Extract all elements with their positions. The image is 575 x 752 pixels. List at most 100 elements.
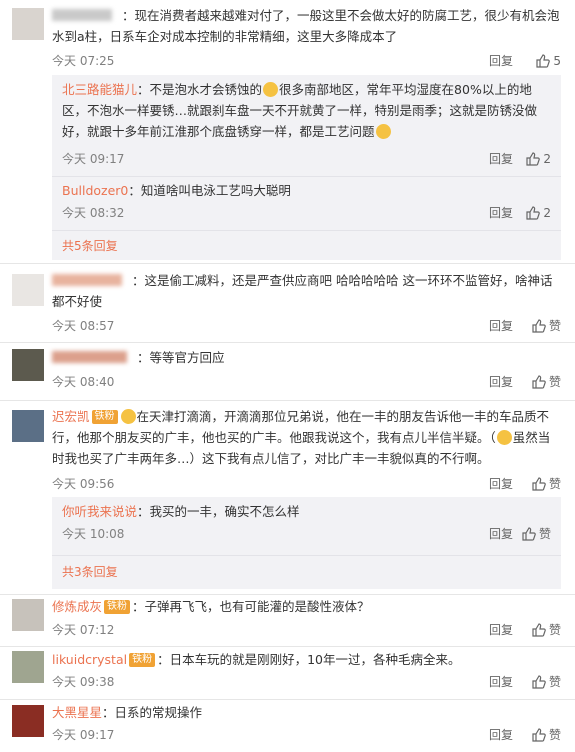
like-button[interactable]: 赞 xyxy=(532,673,561,691)
timestamp: 今天 07:12 xyxy=(52,623,115,637)
reply-button[interactable]: 回复 xyxy=(489,525,513,543)
timestamp: 今天 09:17 xyxy=(62,152,125,166)
more-replies-link[interactable]: 共5条回复 xyxy=(62,237,118,254)
divider xyxy=(52,230,561,231)
reply-text: Bulldozer0：知道啥叫电泳工艺吗大聪明 xyxy=(62,183,291,198)
timestamp: 今天 09:38 xyxy=(52,675,115,689)
thumbs-up-icon xyxy=(532,375,546,389)
comment-meta: 今天 09:17 回复 赞 xyxy=(52,726,561,744)
reply-meta: 今天 08:32 回复 2 xyxy=(62,204,551,222)
comment-text: ：现在消费者越来越难对付了，一般这里不会做太好的防腐工艺，很少有机会泡水到a柱，… xyxy=(52,8,560,44)
reply-button[interactable]: 回复 xyxy=(489,204,513,222)
thumbs-up-icon xyxy=(536,54,551,68)
reply-button[interactable]: 回复 xyxy=(489,621,513,639)
timestamp: 今天 08:57 xyxy=(52,319,115,333)
fan-badge: 铁粉 xyxy=(91,410,118,424)
reply-author[interactable]: 北三路能猫儿 xyxy=(62,82,137,97)
fan-badge: 铁粉 xyxy=(104,600,131,614)
reply-meta: 今天 09:17 回复 2 xyxy=(62,150,551,168)
reply: 你听我来说说：我买的一丰，确实不怎么样 今天 10:08 回复 赞 xyxy=(62,497,551,551)
reply-button[interactable]: 回复 xyxy=(489,726,513,744)
like-button[interactable]: 2 xyxy=(526,204,551,222)
comment: 修炼成灰 铁粉 ：子弹再飞飞，也有可能灌的是酸性液体？ 今天 07:12 回复 赞 xyxy=(0,595,575,647)
timestamp: 今天 09:17 xyxy=(52,728,115,742)
comment: likuidcrystal 铁粉 ：日本车玩的就是刚刚好，10年一过，各种毛病全来。… xyxy=(0,647,575,700)
comment-text: ：等等官方回应 xyxy=(52,347,561,368)
comment-meta: 今天 09:38 回复 赞 xyxy=(52,673,561,691)
thumbs-up-icon xyxy=(532,319,546,333)
comment-meta: 今天 08:40 回复 赞 xyxy=(52,373,561,391)
timestamp: 今天 08:32 xyxy=(62,206,125,220)
comment-author[interactable]: 大黑星星 xyxy=(52,705,102,720)
comment: ：等等官方回应 今天 08:40 回复 赞 xyxy=(0,343,575,401)
comment-author[interactable]: likuidcrystal xyxy=(52,652,127,667)
comment: ：现在消费者越来越难对付了，一般这里不会做太好的防腐工艺，很少有机会泡水到a柱，… xyxy=(0,0,575,264)
comment: 迟宏凯 铁粉 在天津打滴滴，开滴滴那位兄弟说，他在一丰的朋友告诉他一丰的车品质不行，… xyxy=(0,401,575,595)
timestamp: 今天 08:40 xyxy=(52,375,115,389)
comment-meta: 今天 07:25 回复 5 xyxy=(52,52,561,70)
thumbs-up-icon xyxy=(532,728,546,742)
like-button[interactable]: 5 xyxy=(536,52,561,70)
reply-panel: 你听我来说说：我买的一丰，确实不怎么样 今天 10:08 回复 赞 共3条回复 xyxy=(52,497,561,589)
like-button[interactable]: 赞 xyxy=(532,475,561,493)
comment-author[interactable]: 迟宏凯 xyxy=(52,409,90,424)
divider xyxy=(52,555,561,556)
thumbs-up-icon xyxy=(532,623,546,637)
avatar[interactable] xyxy=(12,8,44,40)
comment-meta: 今天 07:12 回复 赞 xyxy=(52,621,561,639)
comment-author[interactable]: 修炼成灰 xyxy=(52,599,102,614)
avatar[interactable] xyxy=(12,274,44,306)
avatar[interactable] xyxy=(12,705,44,737)
comment-text: likuidcrystal 铁粉 ：日本车玩的就是刚刚好，10年一过，各种毛病全来。 xyxy=(52,652,461,667)
emoji-icon xyxy=(496,430,512,445)
emoji-icon xyxy=(120,409,136,424)
avatar[interactable] xyxy=(12,599,44,631)
comment-text: 大黑星星：日系的常规操作 xyxy=(52,705,203,720)
comment-text: 修炼成灰 铁粉 ：子弹再飞飞，也有可能灌的是酸性液体？ xyxy=(52,599,370,614)
reply-button[interactable]: 回复 xyxy=(489,673,513,691)
comment: ：这是偷工减料，还是严查供应商吧 哈哈哈哈哈 这一环环不监管好，啥神话都不好使 … xyxy=(0,264,575,343)
reply-author[interactable]: Bulldozer0 xyxy=(62,183,128,198)
blurred-name[interactable] xyxy=(52,274,122,286)
fan-badge: 铁粉 xyxy=(129,653,156,667)
emoji-icon xyxy=(263,82,279,97)
thumbs-up-icon xyxy=(532,675,546,689)
avatar[interactable] xyxy=(12,410,44,442)
reply-button[interactable]: 回复 xyxy=(489,373,513,391)
reply: Bulldozer0：知道啥叫电泳工艺吗大聪明 今天 08:32 回复 2 xyxy=(62,178,551,230)
reply-text: 你听我来说说：我买的一丰，确实不怎么样 xyxy=(62,504,300,519)
divider xyxy=(52,176,561,177)
reply-panel: 北三路能猫儿：不是泡水才会锈蚀的 很多南部地区，常年平均湿度在80%以上的地区，不… xyxy=(52,75,561,260)
reply-text: 北三路能猫儿：不是泡水才会锈蚀的 很多南部地区，常年平均湿度在80%以上的地区，不… xyxy=(62,82,538,139)
reply: 北三路能猫儿：不是泡水才会锈蚀的 很多南部地区，常年平均湿度在80%以上的地区，不… xyxy=(62,75,551,178)
blurred-name[interactable] xyxy=(52,9,112,21)
blurred-name[interactable] xyxy=(52,351,127,363)
like-button[interactable]: 赞 xyxy=(522,525,551,543)
like-button[interactable]: 2 xyxy=(526,150,551,168)
comment-meta: 今天 09:56 回复 赞 xyxy=(52,475,561,493)
comment-text: 迟宏凯 铁粉 在天津打滴滴，开滴滴那位兄弟说，他在一丰的朋友告诉他一丰的车品质不行，… xyxy=(52,409,551,466)
thumbs-up-icon xyxy=(532,477,546,491)
reply-meta: 今天 10:08 回复 赞 xyxy=(62,525,551,543)
thumbs-up-icon xyxy=(526,152,541,166)
reply-button[interactable]: 回复 xyxy=(489,150,513,168)
comment-text: ：这是偷工减料，还是严查供应商吧 哈哈哈哈哈 这一环环不监管好，啥神话都不好使 xyxy=(52,273,553,309)
avatar[interactable] xyxy=(12,651,44,683)
more-replies-link[interactable]: 共3条回复 xyxy=(62,563,118,580)
emoji-icon xyxy=(375,124,391,139)
like-button[interactable]: 赞 xyxy=(532,621,561,639)
reply-author[interactable]: 你听我来说说 xyxy=(62,504,137,519)
reply-button[interactable]: 回复 xyxy=(489,52,513,70)
like-button[interactable]: 赞 xyxy=(532,317,561,335)
like-button[interactable]: 赞 xyxy=(532,373,561,391)
reply-button[interactable]: 回复 xyxy=(489,317,513,335)
like-button[interactable]: 赞 xyxy=(532,726,561,744)
thumbs-up-icon xyxy=(526,206,541,220)
comment: 大黑星星：日系的常规操作 今天 09:17 回复 赞 xyxy=(0,700,575,752)
comment-meta: 今天 08:57 回复 赞 xyxy=(52,317,561,335)
thumbs-up-icon xyxy=(522,527,536,541)
avatar[interactable] xyxy=(12,349,44,381)
timestamp: 今天 07:25 xyxy=(52,54,115,68)
reply-button[interactable]: 回复 xyxy=(489,475,513,493)
timestamp: 今天 09:56 xyxy=(52,477,115,491)
